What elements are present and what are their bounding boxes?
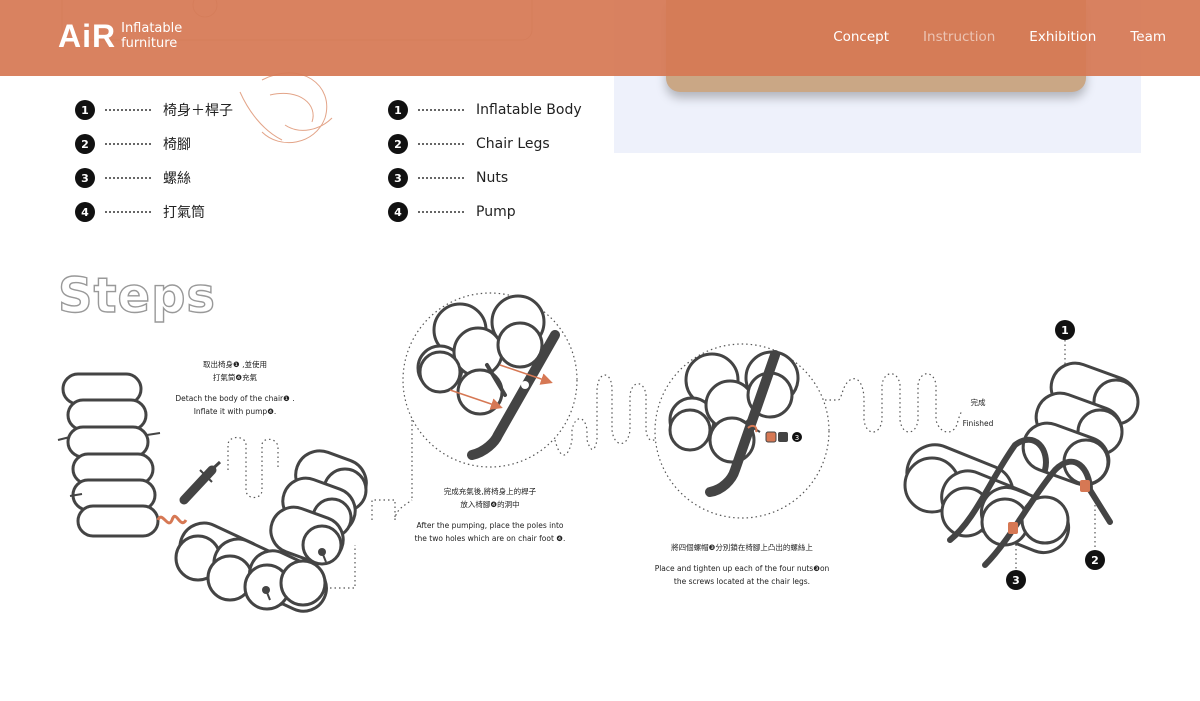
logo-mark: AiR (58, 18, 117, 54)
step1-chair-body-illustration (57, 372, 161, 538)
step1-zh-line-1: 取出椅身❶ ,並使用 (203, 360, 267, 369)
logo-line-1: Inflatable (121, 21, 183, 36)
callout-badge-3: 3 (1006, 570, 1026, 590)
nav-exhibition[interactable]: Exhibition (1029, 29, 1096, 45)
step2-en-line-2: the two holes which are on chair foot ❹. (414, 534, 566, 543)
step4-en-line-1: Finished (962, 419, 994, 428)
logo-line-2: furniture (121, 36, 178, 51)
pump-icon (156, 460, 222, 525)
callout-badge-2: 2 (1085, 550, 1105, 570)
step1-zh-line-2: 打氣筒❹充氣 (212, 373, 258, 382)
step2-zh-line-1: 完成充氣後,將椅身上的桿子 (443, 487, 537, 496)
step4-finished-chair-illustration (903, 340, 1140, 572)
step1-en-line-2: Inflate it with pump❹. (193, 407, 277, 416)
nav-concept[interactable]: Concept (833, 29, 889, 45)
step1-caption: 取出椅身❶ ,並使用 打氣筒❹充氣 Detach the body of the… (160, 358, 310, 418)
step2-zh-line-2: 放入椅腳❹的洞中 (460, 500, 520, 509)
steps-diagram: 3 (57, 292, 1140, 613)
top-navbar: AiR Inflatable furniture Concept Instruc… (0, 0, 1200, 76)
main-nav: Concept Instruction Exhibition Team (833, 29, 1200, 45)
step1-inflated-body-illustration (174, 449, 368, 613)
nav-instruction[interactable]: Instruction (923, 29, 995, 45)
callout-badge-1: 1 (1055, 320, 1075, 340)
step4-caption: 完成 Finished (948, 396, 1008, 430)
step4-zh-line-1: 完成 (970, 398, 986, 407)
step3-nut-label: 3 (795, 434, 799, 442)
step2-en-line-1: After the pumping, place the poles into (416, 521, 564, 530)
step3-en-line-1: Place and tighten up each of the four nu… (654, 564, 830, 573)
brand-logo[interactable]: AiR Inflatable furniture (58, 20, 182, 52)
step3-zoom-illustration: 3 (654, 343, 830, 519)
step3-en-line-2: the screws located at the chair legs. (673, 577, 811, 586)
step2-zoom-illustration (402, 292, 578, 468)
dotted-connector-path (825, 373, 963, 433)
step1-en-line-1: Detach the body of the chair❶ . (175, 394, 295, 403)
nav-team[interactable]: Team (1130, 29, 1166, 45)
dotted-connector-path (227, 436, 279, 499)
step3-caption: 將四個螺帽❸分別鎖在椅腳上凸出的螺絲上 Place and tighten up… (642, 541, 842, 588)
logo-text: Inflatable furniture (116, 21, 182, 51)
step2-caption: 完成充氣後,將椅身上的桿子 放入椅腳❹的洞中 After the pumping… (400, 485, 580, 545)
step3-zh-line-1: 將四個螺帽❸分別鎖在椅腳上凸出的螺絲上 (671, 543, 813, 552)
